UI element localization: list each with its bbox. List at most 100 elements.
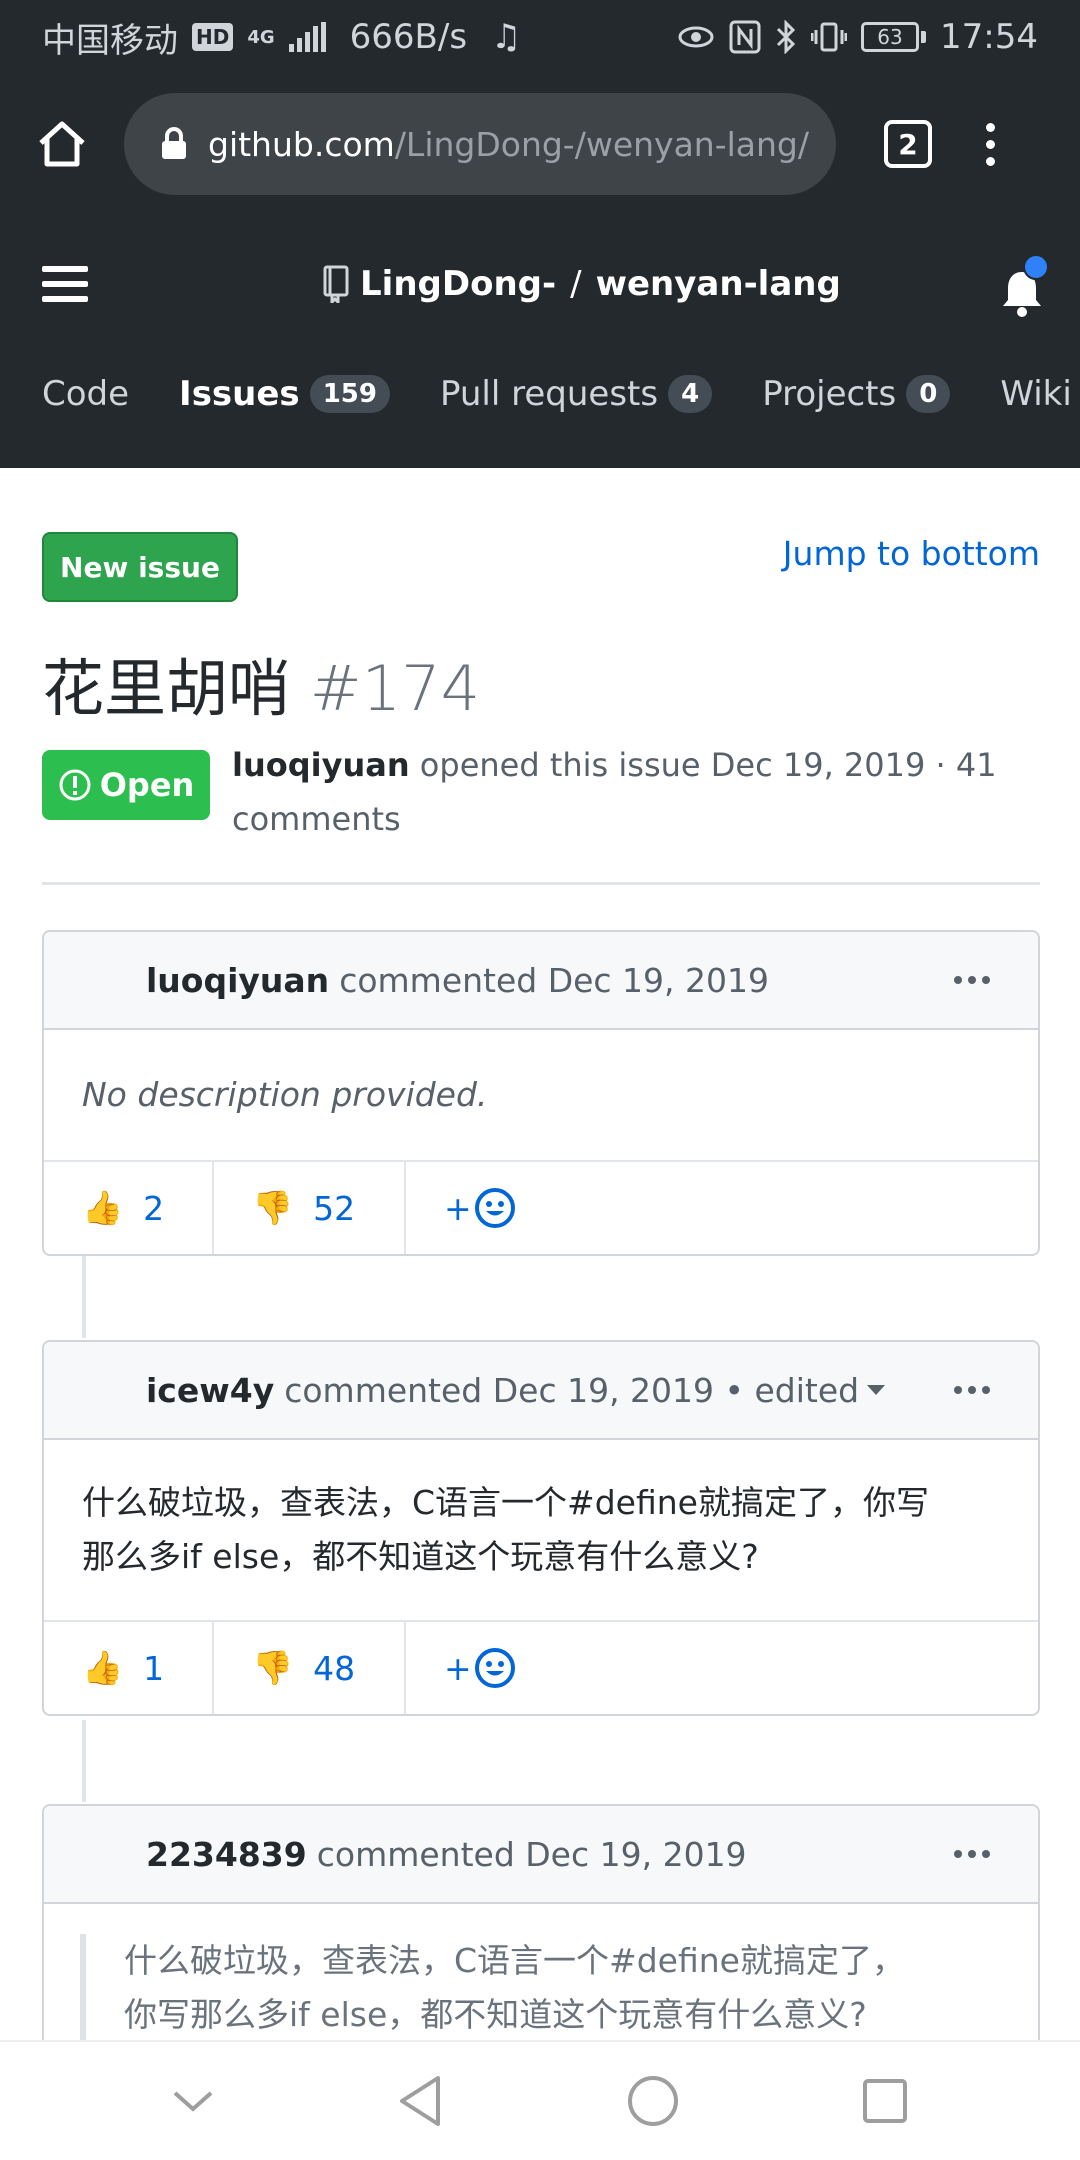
- thumbs-up-count: 2: [143, 1188, 165, 1228]
- status-badge: Open: [42, 750, 210, 820]
- repo-separator: /: [570, 264, 582, 304]
- issue-number: #174: [309, 652, 481, 725]
- system-navigation-bar: [0, 2040, 1080, 2160]
- edit-history-dropdown-icon[interactable]: [867, 1385, 886, 1395]
- thumbs-up-count: 1: [143, 1648, 165, 1688]
- thumbs-down-reaction[interactable]: 👎 52: [214, 1162, 406, 1254]
- timeline-line: [82, 1256, 86, 1338]
- add-reaction-plus: +: [444, 1648, 472, 1688]
- smiley-icon: [474, 1648, 515, 1688]
- tab-wiki-label: Wiki: [1000, 374, 1072, 414]
- reactions-bar: 👍 2 👎 52 +: [44, 1160, 1038, 1254]
- url-bar[interactable]: github.com/LingDong-/wenyan-lang/i: [124, 93, 836, 195]
- comment-meta: commented Dec 19, 2019 • edited: [284, 1370, 860, 1410]
- divider: [42, 882, 1040, 885]
- tab-wiki[interactable]: Wiki: [1000, 374, 1071, 414]
- carrier-label: 中国移动: [42, 20, 178, 61]
- comment-text-line: 那么多if else，都不知道这个玩意有什么意义?: [82, 1537, 759, 1576]
- repo-title: LingDong- / wenyan-lang: [322, 264, 841, 304]
- thumbs-up-icon: 👍: [82, 1648, 124, 1687]
- issue-title: 花里胡哨 #174: [42, 638, 480, 728]
- thumbs-down-icon: 👎: [252, 1188, 294, 1227]
- battery-level: 63: [861, 22, 920, 52]
- add-reaction-plus: +: [444, 1188, 472, 1228]
- thumbs-down-count: 48: [313, 1648, 356, 1688]
- jump-to-bottom-link[interactable]: Jump to bottom: [783, 534, 1040, 573]
- status-label: Open: [99, 766, 195, 804]
- clock: 17:54: [940, 17, 1038, 57]
- thumbs-up-reaction[interactable]: 👍 1: [44, 1622, 214, 1714]
- comment-body: No description provided.: [82, 1075, 488, 1114]
- issue-opened-info: luoqiyuan opened this issue Dec 19, 2019…: [232, 738, 1040, 846]
- browser-menu-button[interactable]: [986, 122, 995, 166]
- quote-text-line: 什么破垃圾，查表法，C语言一个#define就搞定了，: [124, 1941, 905, 1980]
- issue-title-text: 花里胡哨: [42, 652, 291, 725]
- music-icon: ♫: [491, 17, 522, 57]
- reactions-bar: 👍 1 👎 48 +: [44, 1620, 1038, 1714]
- home-icon: [39, 121, 85, 167]
- tab-issues-label: Issues: [179, 374, 300, 414]
- comment-body: 什么破垃圾，查表法，C语言一个#define就搞定了，你写 那么多if else…: [44, 1440, 1038, 1620]
- thumbs-up-icon: 👍: [82, 1188, 124, 1227]
- bluetooth-icon: [776, 20, 796, 54]
- tab-switcher-button[interactable]: 2: [884, 120, 932, 168]
- issues-count: 159: [309, 375, 390, 413]
- smiley-icon: [474, 1188, 515, 1228]
- comment-options-icon[interactable]: [954, 1386, 990, 1394]
- tab-projects-label: Projects: [762, 374, 897, 414]
- new-issue-button[interactable]: New issue: [42, 532, 238, 602]
- comment-author-link[interactable]: icew4y: [146, 1371, 274, 1410]
- tab-projects[interactable]: Projects 0: [762, 374, 951, 414]
- comment-author-link[interactable]: luoqiyuan: [146, 961, 329, 1000]
- projects-count: 0: [906, 375, 951, 413]
- network-label: 4G: [247, 26, 275, 48]
- eye-icon: [678, 26, 714, 48]
- signal-icon: [288, 22, 326, 52]
- comment-author-link[interactable]: 2234839: [146, 1835, 307, 1874]
- back-icon[interactable]: [396, 2074, 444, 2128]
- thumbs-down-icon: 👎: [252, 1648, 294, 1687]
- network-speed: 666B/s: [349, 17, 468, 57]
- issue-meta: Open luoqiyuan opened this issue Dec 19,…: [42, 738, 1040, 846]
- tab-code-label: Code: [42, 374, 130, 414]
- browser-toolbar: github.com/LingDong-/wenyan-lang/i 2: [0, 74, 1080, 214]
- comment-header: 2234839 commented Dec 19, 2019: [44, 1806, 1038, 1904]
- comment-meta: commented Dec 19, 2019: [339, 960, 770, 1000]
- thumbs-down-reaction[interactable]: 👎 48: [214, 1622, 406, 1714]
- thumbs-down-count: 52: [313, 1188, 356, 1228]
- notification-dot: [1023, 254, 1049, 280]
- add-reaction-button[interactable]: +: [406, 1162, 554, 1254]
- pull-requests-count: 4: [668, 375, 713, 413]
- issue-author-link[interactable]: luoqiyuan: [232, 746, 410, 784]
- repo-owner-link[interactable]: LingDong-: [360, 264, 556, 304]
- hamburger-menu-icon[interactable]: [42, 266, 88, 302]
- issue-open-icon: [59, 769, 91, 801]
- home-button[interactable]: [0, 74, 124, 214]
- blockquote: 什么破垃圾，查表法，C语言一个#define就搞定了， 你写那么多if else…: [80, 1934, 1000, 2042]
- chevron-down-icon[interactable]: [171, 2087, 215, 2115]
- recents-icon[interactable]: [861, 2077, 909, 2125]
- quote-text-line: 你写那么多if else，都不知道这个玩意有什么意义?: [124, 1995, 867, 2034]
- add-reaction-button[interactable]: +: [406, 1622, 554, 1714]
- repo-name-link[interactable]: wenyan-lang: [596, 264, 841, 304]
- comment-text-line: 什么破垃圾，查表法，C语言一个#define就搞定了，你写: [82, 1483, 929, 1522]
- tab-issues[interactable]: Issues 159: [179, 374, 390, 414]
- vibrate-icon: [811, 22, 848, 52]
- home-circle-icon[interactable]: [626, 2074, 680, 2128]
- tab-code[interactable]: Code: [42, 374, 129, 414]
- status-bar: 中国移动 HD 4G 666B/s ♫ 63 17:54: [0, 0, 1080, 74]
- comment-options-icon[interactable]: [954, 1850, 990, 1858]
- repo-nav: Code Issues 159 Pull requests 4 Projects 0 …: [42, 374, 1080, 414]
- comment-options-icon[interactable]: [954, 976, 990, 984]
- comment-header: luoqiyuan commented Dec 19, 2019: [44, 932, 1038, 1030]
- timeline-line: [82, 1720, 86, 1802]
- tab-pull-requests-label: Pull requests: [439, 374, 659, 414]
- nfc-icon: [729, 20, 761, 54]
- comment-meta: commented Dec 19, 2019: [316, 1834, 747, 1874]
- comment-card: icew4y commented Dec 19, 2019 • edited 什…: [42, 1340, 1040, 1716]
- url-path: /LingDong-/wenyan-lang/i: [394, 124, 812, 164]
- thumbs-up-reaction[interactable]: 👍 2: [44, 1162, 214, 1254]
- repo-book-icon: [323, 265, 349, 303]
- url-host: github.com: [208, 124, 395, 164]
- tab-pull-requests[interactable]: Pull requests 4: [439, 374, 713, 414]
